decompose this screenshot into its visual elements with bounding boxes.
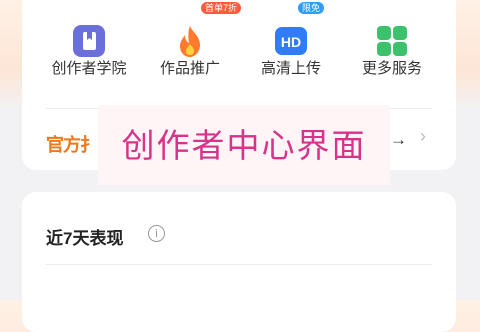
hd-icon: HD	[275, 27, 307, 55]
service-label: 更多服务	[361, 60, 422, 77]
svg-text:HD: HD	[281, 34, 301, 50]
info-icon[interactable]: i	[148, 225, 165, 242]
free-badge: 限免	[298, 2, 325, 14]
book-icon	[73, 25, 105, 57]
promo-badge: 首单7折	[201, 2, 242, 14]
arrow-icon: →	[390, 130, 407, 149]
section-title: 近7天表现	[46, 229, 124, 248]
chevron-right-icon[interactable]: ›	[420, 126, 426, 147]
grid-icon	[377, 26, 407, 56]
divider	[46, 264, 432, 265]
service-label: 创作者学院	[51, 60, 127, 77]
banner-text: 官方扌	[46, 135, 98, 155]
flame-icon	[180, 26, 200, 57]
service-label: 作品推广	[159, 60, 220, 77]
overlay-caption: 创作者中心界面	[121, 126, 367, 165]
watermark-overlay: 创作者中心界面	[98, 105, 390, 185]
service-label: 高清上传	[260, 60, 321, 77]
stats-card	[22, 192, 456, 332]
